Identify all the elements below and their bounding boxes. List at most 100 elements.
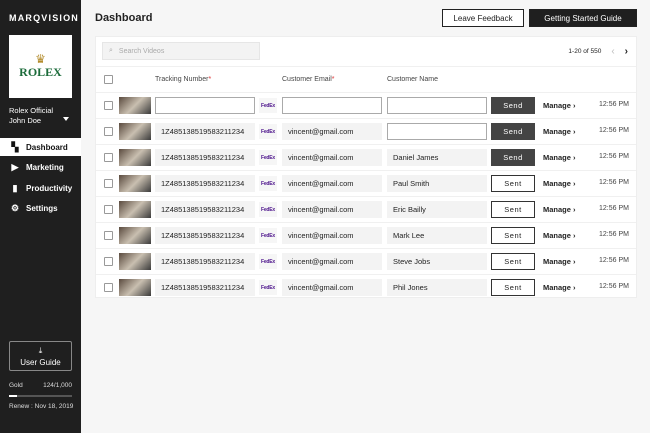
sidebar-item-settings[interactable]: ⚙ Settings [0, 200, 81, 218]
row-checkbox[interactable] [104, 127, 113, 136]
select-all-checkbox[interactable] [104, 75, 113, 84]
customer-name-field[interactable] [387, 97, 487, 114]
prev-page-icon[interactable]: ‹ [611, 46, 614, 57]
sent-button[interactable]: Sent [491, 279, 535, 296]
next-page-icon[interactable]: › [625, 46, 628, 57]
table-row: 1Z485138519583211234 FedEx vincent@gmail… [96, 274, 636, 300]
table-row: 1Z485138519583211234 FedEx vincent@gmail… [96, 248, 636, 274]
column-tracking: Tracking Number* [155, 76, 212, 83]
tracking-number-field: 1Z485138519583211234 [155, 149, 255, 166]
video-thumbnail[interactable] [119, 227, 151, 244]
renew-date: Renew : Nov 18, 2019 [9, 403, 74, 410]
manage-link[interactable]: Manage › [543, 205, 576, 214]
video-thumbnail[interactable] [119, 123, 151, 140]
customer-email-field[interactable] [282, 97, 382, 114]
plan-usage: Gold 124/1,000 [9, 382, 72, 389]
download-icon: ⤓ [38, 345, 43, 355]
customer-name-field: Mark Lee [387, 227, 487, 244]
user-guide-button[interactable]: ⤓ User Guide [9, 341, 72, 371]
video-thumbnail[interactable] [119, 201, 151, 218]
sent-button[interactable]: Sent [491, 253, 535, 270]
table-header: Tracking Number* Customer Email* Custome… [96, 66, 636, 92]
caret-down-icon[interactable] [63, 117, 69, 121]
manage-link[interactable]: Manage › [543, 101, 576, 110]
usage-bar-fill [9, 395, 17, 397]
tracking-number-field[interactable] [155, 97, 255, 114]
customer-email-field: vincent@gmail.com [282, 279, 382, 296]
customer-email-field: vincent@gmail.com [282, 149, 382, 166]
sidebar-item-marketing[interactable]: ▶ Marketing [0, 159, 81, 177]
sidebar: MARQVISION ♛ ROLEX Rolex Official John D… [0, 0, 81, 433]
column-email: Customer Email* [282, 76, 335, 83]
manage-link[interactable]: Manage › [543, 231, 576, 240]
customer-email-field: vincent@gmail.com [282, 123, 382, 140]
leave-feedback-button[interactable]: Leave Feedback [442, 9, 524, 27]
timestamp: 12:56 PM [599, 179, 629, 186]
tracking-number-field: 1Z485138519583211234 [155, 253, 255, 270]
chevron-right-icon: › [573, 283, 576, 292]
row-checkbox[interactable] [104, 179, 113, 188]
timestamp: 12:56 PM [599, 231, 629, 238]
sidebar-item-label: Productivity [26, 183, 73, 193]
fedex-carrier-logo: FedEx [259, 280, 277, 295]
search-placeholder: Search Videos [118, 47, 165, 55]
row-checkbox[interactable] [104, 283, 113, 292]
fedex-carrier-logo: FedEx [259, 98, 277, 113]
fedex-carrier-logo: FedEx [259, 202, 277, 217]
chevron-right-icon: › [573, 179, 576, 188]
dashboard-icon: ▚ [11, 141, 19, 152]
gear-icon: ⚙ [10, 203, 20, 213]
table-row: 1Z485138519583211234 FedEx vincent@gmail… [96, 170, 636, 196]
manage-link[interactable]: Manage › [543, 283, 576, 292]
video-thumbnail[interactable] [119, 97, 151, 114]
tracking-number-field: 1Z485138519583211234 [155, 123, 255, 140]
page-title: Dashboard [95, 12, 153, 24]
customer-name-field: Steve Jobs [387, 253, 487, 270]
row-checkbox[interactable] [104, 257, 113, 266]
customer-email-field: vincent@gmail.com [282, 175, 382, 192]
row-checkbox[interactable] [104, 153, 113, 162]
timestamp: 12:56 PM [599, 257, 629, 264]
chevron-right-icon: › [573, 231, 576, 240]
usage-bar [9, 395, 72, 397]
search-input[interactable]: ⌕ Search Videos [102, 42, 260, 60]
customer-name-field: Phil Jones [387, 279, 487, 296]
video-thumbnail[interactable] [119, 175, 151, 192]
videos-table: ⌕ Search Videos 1-20 of 550 ‹ › Tracking … [95, 36, 637, 298]
fedex-carrier-logo: FedEx [259, 228, 277, 243]
account-switcher[interactable]: Rolex Official John Doe [9, 106, 53, 126]
row-checkbox[interactable] [104, 205, 113, 214]
sent-button[interactable]: Sent [491, 201, 535, 218]
send-button[interactable]: Send [491, 97, 535, 114]
manage-link[interactable]: Manage › [543, 153, 576, 162]
pagination-label: 1-20 of 550 [568, 48, 602, 55]
sidebar-item-dashboard[interactable]: ▚ Dashboard [0, 138, 81, 156]
sent-button[interactable]: Sent [491, 227, 535, 244]
account-name: Rolex Official [9, 106, 54, 115]
sidebar-item-label: Settings [26, 204, 58, 213]
sidebar-item-productivity[interactable]: ▮ Productivity [0, 179, 81, 197]
logo-text: ROLEX [19, 65, 62, 79]
table-row: 1Z485138519583211234 FedEx vincent@gmail… [96, 222, 636, 248]
video-thumbnail[interactable] [119, 279, 151, 296]
bar-chart-icon: ▮ [12, 182, 18, 193]
chevron-right-icon: › [573, 153, 576, 162]
user-guide-label: User Guide [20, 357, 61, 367]
getting-started-guide-button[interactable]: Getting Started Guide [529, 9, 637, 27]
manage-link[interactable]: Manage › [543, 179, 576, 188]
row-checkbox[interactable] [104, 231, 113, 240]
crown-icon: ♛ [35, 52, 46, 66]
manage-link[interactable]: Manage › [543, 127, 576, 136]
video-thumbnail[interactable] [119, 253, 151, 270]
video-thumbnail[interactable] [119, 149, 151, 166]
send-button[interactable]: Send [491, 149, 535, 166]
sidebar-item-label: Dashboard [26, 142, 68, 152]
customer-name-field: Eric Bailly [387, 201, 487, 218]
fedex-carrier-logo: FedEx [259, 176, 277, 191]
send-button[interactable]: Send [491, 123, 535, 140]
manage-link[interactable]: Manage › [543, 257, 576, 266]
customer-name-field[interactable] [387, 123, 487, 140]
row-checkbox[interactable] [104, 101, 113, 110]
chevron-right-icon: › [573, 257, 576, 266]
sent-button[interactable]: Sent [491, 175, 535, 192]
